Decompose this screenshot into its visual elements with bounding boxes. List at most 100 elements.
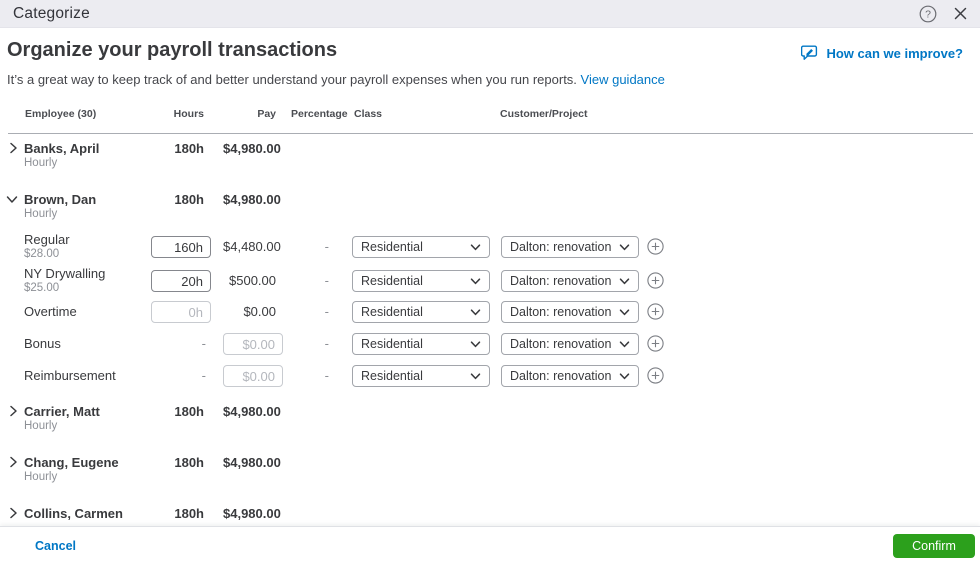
- add-split-icon[interactable]: [647, 303, 664, 320]
- employee-pay: $4,980.00: [223, 455, 281, 470]
- pay-item-rate: $25.00: [24, 282, 60, 294]
- confirm-button[interactable]: Confirm: [893, 534, 975, 558]
- hours-input: [151, 301, 211, 323]
- customer-project-select-value: Dalton: renovation: [510, 369, 612, 383]
- chevron-down-icon: [470, 369, 481, 383]
- table-header: Employee (30) Hours Pay Percentage Class…: [0, 108, 980, 122]
- class-select[interactable]: Residential: [352, 301, 490, 323]
- class-select[interactable]: Residential: [352, 365, 490, 387]
- pay-item-label: NY Drywalling: [24, 266, 106, 281]
- col-header-percentage: Percentage: [291, 108, 348, 120]
- pay-item-row: Bonus - - Residential Dalton: renovation: [0, 333, 980, 355]
- add-split-icon[interactable]: [647, 335, 664, 352]
- class-select-value: Residential: [361, 274, 423, 288]
- categorize-dialog: Categorize ? Organize your payroll trans…: [0, 0, 980, 564]
- col-header-customer-project: Customer/Project: [500, 108, 588, 120]
- pay-item-row: Overtime $0.00 - Residential Dalton: renovat…: [0, 301, 980, 323]
- chevron-right-icon[interactable]: [9, 507, 18, 519]
- employee-name: Chang, Eugene: [24, 455, 119, 470]
- customer-project-select[interactable]: Dalton: renovation: [501, 365, 639, 387]
- chevron-right-icon[interactable]: [9, 142, 18, 154]
- svg-text:?: ?: [925, 8, 931, 20]
- chevron-down-icon: [470, 305, 481, 319]
- customer-project-select[interactable]: Dalton: renovation: [501, 270, 639, 292]
- add-split-icon[interactable]: [647, 272, 664, 289]
- close-icon[interactable]: [954, 7, 967, 20]
- chevron-right-icon[interactable]: [9, 405, 18, 417]
- chevron-down-icon: [470, 337, 481, 351]
- feedback-bubble-icon: [801, 45, 819, 61]
- customer-project-select[interactable]: Dalton: renovation: [501, 333, 639, 355]
- employee-hours: 180h: [174, 141, 204, 156]
- class-select[interactable]: Residential: [352, 333, 490, 355]
- employee-pay: $4,980.00: [223, 506, 281, 521]
- chevron-down-icon[interactable]: [6, 195, 18, 204]
- hours-input[interactable]: [151, 270, 211, 292]
- class-select[interactable]: Residential: [352, 270, 490, 292]
- pay-input: [223, 333, 283, 355]
- class-select-value: Residential: [361, 337, 423, 351]
- chevron-down-icon: [619, 240, 630, 254]
- add-split-icon[interactable]: [647, 238, 664, 255]
- dialog-title: Categorize: [13, 4, 90, 22]
- employee-row: Brown, Dan Hourly 180h $4,980.00: [0, 192, 980, 224]
- customer-project-select[interactable]: Dalton: renovation: [501, 301, 639, 323]
- employee-pay-type: Hourly: [24, 420, 58, 432]
- class-select-value: Residential: [361, 240, 423, 254]
- employee-name: Banks, April: [24, 141, 100, 156]
- employee-row: Banks, April Hourly 180h $4,980.00: [0, 141, 980, 173]
- employee-hours: 180h: [174, 506, 204, 521]
- employee-name: Brown, Dan: [24, 192, 97, 207]
- employee-name: Carrier, Matt: [24, 404, 100, 419]
- customer-project-select-value: Dalton: renovation: [510, 305, 612, 319]
- chevron-down-icon: [619, 369, 630, 383]
- class-select-value: Residential: [361, 369, 423, 383]
- pay-amount: $4,480.00: [223, 239, 281, 254]
- employee-hours: 180h: [174, 192, 204, 207]
- pay-item-label: Overtime: [24, 304, 77, 319]
- col-header-class: Class: [354, 108, 383, 120]
- feedback-link[interactable]: How can we improve?: [801, 45, 963, 61]
- pay-amount: $500.00: [229, 273, 276, 288]
- employee-hours: 180h: [174, 455, 204, 470]
- pay-item-label: Regular: [24, 232, 70, 247]
- employee-name: Collins, Carmen: [24, 506, 123, 521]
- employee-row: Chang, Eugene Hourly 180h $4,980.00: [0, 455, 980, 487]
- employee-row: Carrier, Matt Hourly 180h $4,980.00: [0, 404, 980, 436]
- view-guidance-link[interactable]: View guidance: [581, 72, 665, 87]
- chevron-right-icon[interactable]: [9, 456, 18, 468]
- percentage-dash: -: [324, 304, 329, 319]
- percentage-dash: -: [324, 273, 329, 288]
- table-header-divider: [8, 133, 973, 134]
- pay-item-label: Bonus: [24, 336, 61, 351]
- cancel-button[interactable]: Cancel: [35, 527, 76, 564]
- pay-item-label: Reimbursement: [24, 368, 116, 383]
- dialog-content: Organize your payroll transactions How c…: [0, 28, 980, 526]
- pay-amount: $0.00: [243, 304, 276, 319]
- col-header-hours: Hours: [173, 108, 204, 120]
- percentage-dash: -: [324, 368, 329, 383]
- percentage-dash: -: [324, 336, 329, 351]
- class-select-value: Residential: [361, 305, 423, 319]
- class-select[interactable]: Residential: [352, 236, 490, 258]
- page-title: Organize your payroll transactions: [7, 39, 338, 61]
- help-icon[interactable]: ?: [919, 5, 937, 23]
- pay-item-row: NY Drywalling$25.00 $500.00 - Residential Da…: [0, 266, 980, 294]
- hours-dash: -: [201, 368, 206, 383]
- dialog-footer: Cancel Confirm: [0, 526, 980, 564]
- employee-pay-type: Hourly: [24, 157, 58, 169]
- dialog-titlebar: Categorize ?: [0, 0, 980, 28]
- employee-pay-type: Hourly: [24, 208, 58, 220]
- employee-pay-type: Hourly: [24, 471, 58, 483]
- chevron-down-icon: [470, 274, 481, 288]
- pay-item-row: Regular$28.00 $4,480.00 - Residential Dalton…: [0, 232, 980, 260]
- page-subtitle: It’s a great way to keep track of and be…: [7, 72, 665, 87]
- percentage-dash: -: [324, 239, 329, 254]
- customer-project-select-value: Dalton: renovation: [510, 274, 612, 288]
- hours-input[interactable]: [151, 236, 211, 258]
- add-split-icon[interactable]: [647, 367, 664, 384]
- customer-project-select[interactable]: Dalton: renovation: [501, 236, 639, 258]
- employee-pay: $4,980.00: [223, 192, 281, 207]
- employee-hours: 180h: [174, 404, 204, 419]
- customer-project-select-value: Dalton: renovation: [510, 240, 612, 254]
